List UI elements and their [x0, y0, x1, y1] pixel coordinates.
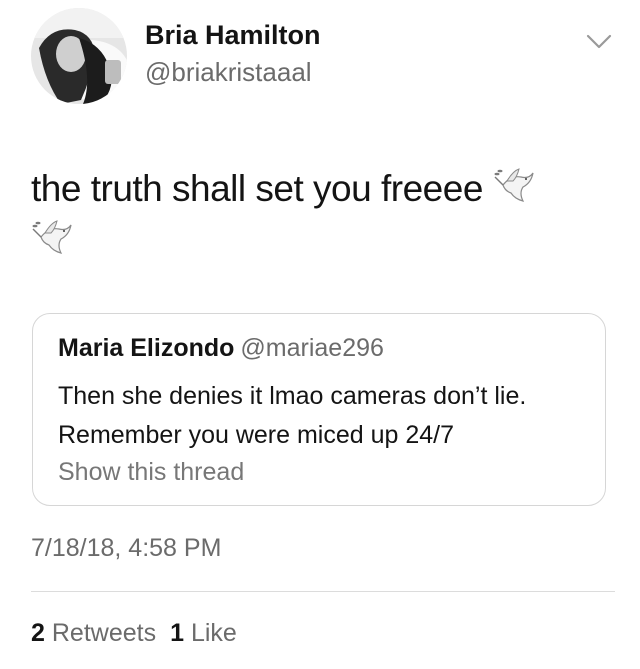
author-display-name[interactable]: Bria Hamilton [145, 20, 321, 51]
retweets-label: Retweets [51, 619, 157, 647]
quoted-tweet-text: Then she denies it lmao cameras don’t li… [58, 382, 527, 449]
dove-icon [31, 217, 75, 261]
profile-photo [31, 8, 127, 104]
retweets-stat[interactable]: 2 Retweets [31, 619, 156, 647]
retweets-count: 2 [31, 619, 45, 647]
likes-stat[interactable]: 1 Like [170, 619, 237, 647]
show-thread-link[interactable]: Show this thread [58, 458, 244, 487]
tweet-timestamp: 7/18/18, 4:58 PM [31, 534, 222, 562]
likes-label: Like [190, 619, 237, 647]
tweet-text: the truth shall set you freeee [31, 163, 591, 267]
quoted-author-name: Maria Elizondo [58, 334, 235, 362]
chevron-down-icon[interactable] [584, 30, 614, 52]
tweet-stats: 2 Retweets 1 Like [31, 619, 237, 648]
quoted-tweet-card[interactable]: Maria Elizondo @mariae296 Then she denies… [32, 313, 606, 506]
dove-icon [493, 165, 537, 209]
divider [31, 591, 615, 592]
author-handle[interactable]: @briakristaaal [145, 57, 312, 88]
avatar[interactable] [31, 8, 127, 104]
tweet-body: the truth shall set you freeee [31, 168, 483, 209]
likes-count: 1 [170, 619, 184, 647]
quoted-author-handle: @mariae296 [240, 334, 384, 362]
quoted-tweet-header: Maria Elizondo @mariae296 [58, 334, 384, 363]
